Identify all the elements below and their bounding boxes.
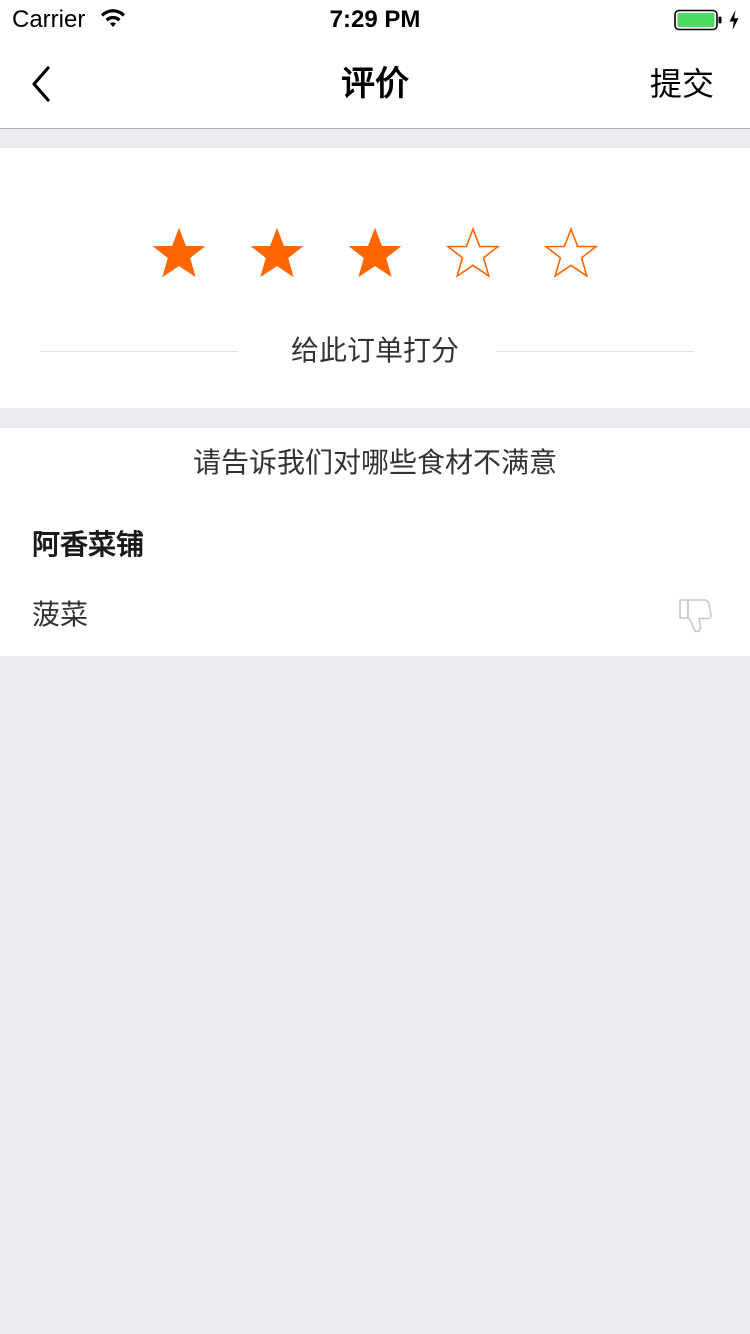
star-outline-icon[interactable] — [543, 226, 599, 282]
list-item: 菠菜 — [0, 586, 750, 646]
star-filled-icon[interactable] — [347, 226, 403, 282]
page-title: 评价 — [341, 64, 409, 104]
navigation-bar: 评价 提交 — [0, 40, 750, 129]
submit-button[interactable]: 提交 — [650, 60, 714, 108]
thumbs-down-icon[interactable] — [674, 596, 714, 636]
star-filled-icon[interactable] — [151, 226, 207, 282]
star-rating[interactable] — [0, 226, 750, 282]
status-bar: Carrier 7:29 PM — [0, 0, 750, 40]
divider-right — [496, 351, 694, 352]
rating-section: 给此订单打分 — [0, 148, 750, 408]
feedback-section: 请告诉我们对哪些食材不满意 阿香菜铺 菠菜 — [0, 428, 750, 656]
feedback-prompt: 请告诉我们对哪些食材不满意 — [192, 446, 557, 479]
item-name: 菠菜 — [32, 598, 89, 631]
charging-bolt-icon — [728, 9, 740, 31]
shop-name: 阿香菜铺 — [32, 528, 145, 561]
status-time: 7:29 PM — [329, 6, 421, 33]
battery-icon — [674, 9, 722, 31]
star-filled-icon[interactable] — [249, 226, 305, 282]
star-outline-icon[interactable] — [445, 226, 501, 282]
